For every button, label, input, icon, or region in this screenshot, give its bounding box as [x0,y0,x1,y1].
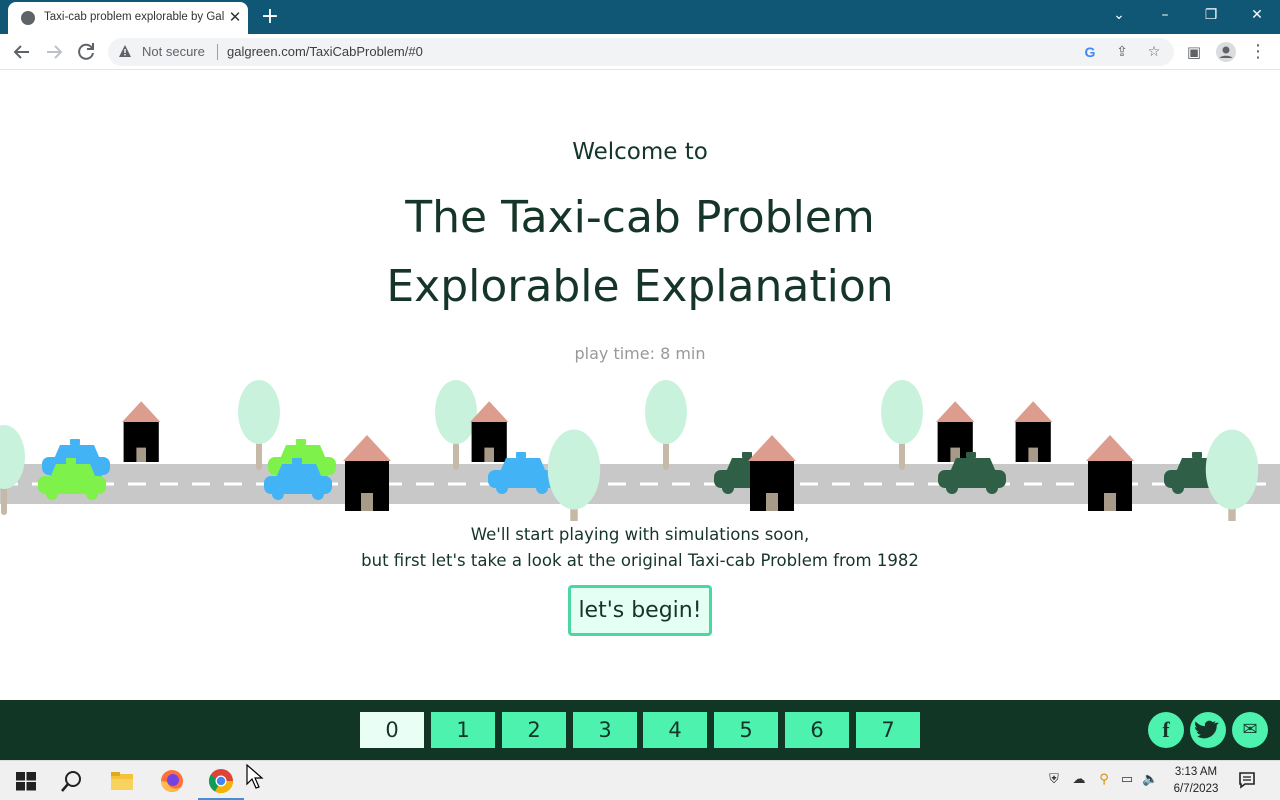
mouse-cursor-icon [246,764,264,789]
nav-page-5[interactable]: 5 [714,712,778,748]
browser-tab[interactable]: Taxi-cab problem explorable by Gal Green… [8,2,248,34]
browser-titlebar: Taxi-cab problem explorable by Gal Green… [0,0,1280,34]
file-explorer-icon[interactable] [108,767,136,795]
facebook-share-icon[interactable]: f [1148,712,1184,748]
google-translate-icon[interactable]: G [1080,42,1100,62]
chrome-icon[interactable] [207,767,235,795]
share-icon[interactable]: ⇪ [1112,42,1132,62]
system-clock[interactable]: 3:13 AM 6/7/2023 [1164,764,1228,798]
address-bar[interactable]: Not secure galgreen.com/TaxiCabProblem/#… [108,38,1174,66]
title-line-1: The Taxi-cab Problem [405,192,875,243]
intro-text: We'll start playing with simulations soo… [0,522,1280,574]
intro-line-2: but first let's take a look at the origi… [361,551,919,570]
forward-arrow-icon [47,45,63,59]
tab-title: Taxi-cab problem explorable by Gal Green [44,11,224,23]
email-share-icon[interactable]: ✉ [1232,712,1268,748]
nav-page-2[interactable]: 2 [502,712,566,748]
chapter-navigation: 0 1 2 3 4 5 6 7 f ✉ [0,700,1280,760]
back-arrow-icon [13,45,29,59]
globe-icon [21,11,35,25]
search-icon[interactable] [58,767,86,795]
volume-muted-icon[interactable]: 🔈 [1142,772,1158,788]
clock-date: 6/7/2023 [1173,783,1219,795]
minimize-button[interactable]: – [1142,0,1188,30]
play-time: play time: 8 min [574,344,706,363]
house [748,435,796,511]
firefox-icon[interactable] [158,767,186,795]
side-panel-icon[interactable]: ▣ [1182,40,1206,64]
tree [645,380,687,470]
profile-icon[interactable] [1214,40,1238,64]
network-icon[interactable]: ▭ [1119,772,1135,788]
page-title: The Taxi-cab Problem Explorable Explanat… [0,183,1280,321]
tab-search-button[interactable]: ⌄ [1096,0,1142,30]
nav-page-6[interactable]: 6 [785,712,849,748]
forward-button[interactable] [42,40,66,64]
browser-toolbar: Not secure galgreen.com/TaxiCabProblem/#… [0,34,1280,70]
nav-page-1[interactable]: 1 [431,712,495,748]
menu-kebab-icon[interactable]: ⋮ [1246,40,1270,64]
windows-start-icon[interactable] [12,767,40,795]
restore-button[interactable]: ❐ [1188,0,1234,30]
intro-line-1: We'll start playing with simulations soo… [470,525,810,544]
tree [1205,429,1259,521]
clock-time: 3:13 AM [1174,766,1218,778]
nav-page-0[interactable]: 0 [360,712,424,748]
bookmark-star-icon[interactable]: ☆ [1144,42,1164,62]
security-shield-icon[interactable]: ⛨ [1046,772,1062,788]
house [122,401,161,462]
back-button[interactable] [10,40,34,64]
nav-page-7[interactable]: 7 [856,712,920,748]
notification-center-icon[interactable] [1238,771,1258,789]
tree [881,380,923,470]
address-divider [217,44,218,60]
twitter-share-icon[interactable] [1190,712,1226,748]
windows-taskbar: ⛨ ☁ ⚲ ▭ 🔈 3:13 AM 6/7/2023 [0,760,1280,800]
tree [435,380,477,470]
close-window-button[interactable]: ✕ [1234,0,1280,30]
key-search-icon[interactable]: ⚲ [1096,772,1112,788]
avatar [1216,42,1236,62]
welcome-text: Welcome to [572,139,708,165]
begin-button[interactable]: let's begin! [568,585,712,636]
tree [547,429,601,521]
twitter-bird-icon [1195,720,1219,739]
page-content: Welcome to The Taxi-cab Problem Explorab… [0,71,1280,700]
house [343,435,391,511]
url-text[interactable]: galgreen.com/TaxiCabProblem/#0 [227,44,423,59]
house [1086,435,1134,511]
reload-button[interactable] [74,40,98,64]
warning-icon [119,45,131,57]
title-line-2: Explorable Explanation [386,261,894,312]
tab-close-icon[interactable]: ✕ [226,8,244,26]
street-illustration [0,380,1280,521]
house [1014,401,1053,462]
new-tab-button[interactable]: + [258,5,282,29]
nav-page-3[interactable]: 3 [573,712,637,748]
onedrive-offline-icon[interactable]: ☁ [1071,772,1087,788]
security-status[interactable]: Not secure [142,44,205,59]
tree [238,380,280,470]
reload-icon [78,43,94,60]
nav-page-4[interactable]: 4 [643,712,707,748]
